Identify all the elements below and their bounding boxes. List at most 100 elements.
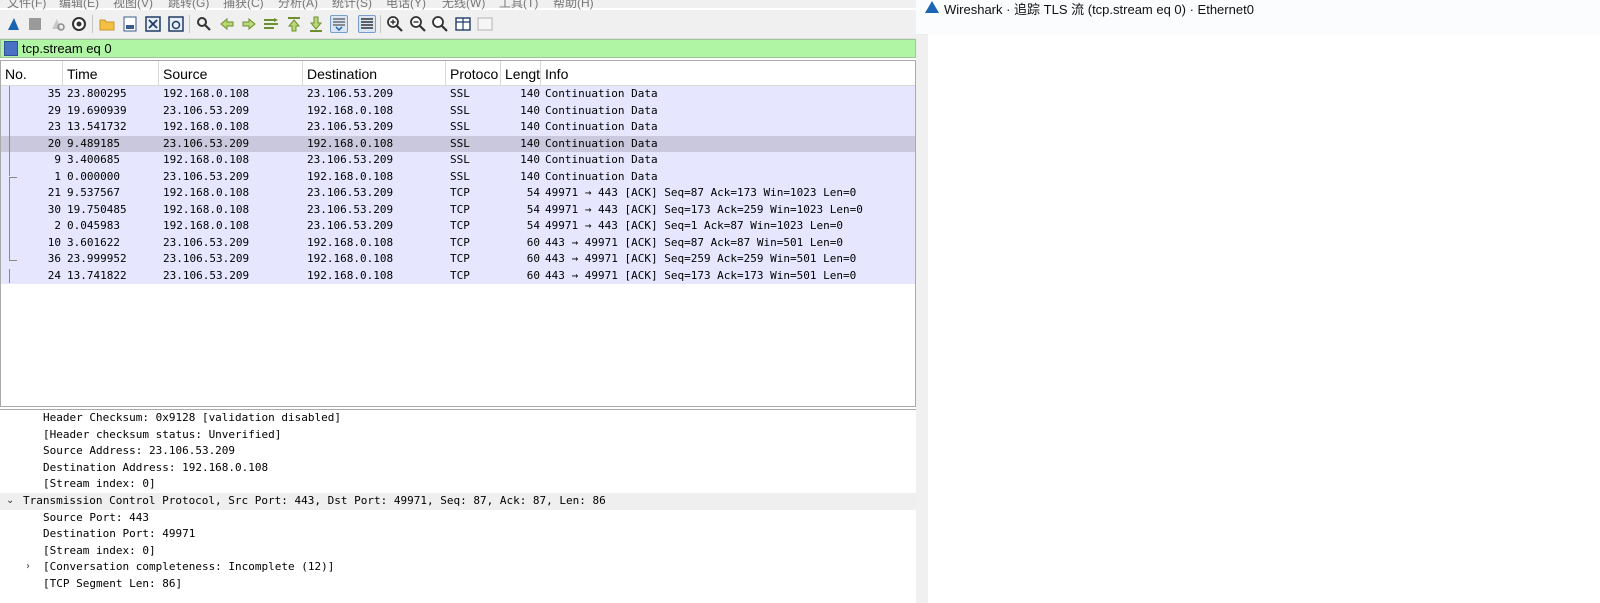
packet-time: 19.690939 [67, 103, 127, 117]
packet-destination: 192.168.0.108 [307, 103, 394, 117]
packet-length: 140 [520, 136, 540, 150]
zoom-out-icon[interactable] [409, 15, 427, 33]
follow-stream-content[interactable] [928, 34, 1600, 603]
packet-row[interactable]: 29 19.690939 23.106.53.209 192.168.0.108 SSL… [1, 102, 915, 119]
go-forward-icon[interactable] [240, 15, 258, 33]
bookmark-icon[interactable] [4, 41, 18, 56]
packet-length: 140 [520, 153, 540, 166]
packet-protocol: TCP [450, 268, 470, 282]
packet-time: 23.999952 [67, 252, 127, 265]
colorize-icon[interactable] [358, 15, 376, 33]
tree-node-field[interactable]: [Header checksum status: Unverified] [0, 427, 916, 444]
column-header-source[interactable]: Source [159, 61, 303, 85]
window-gap [916, 0, 928, 603]
tree-node-text: Source Port: 443 [43, 510, 149, 524]
packet-row[interactable]: 1 0.000000 23.106.53.209 192.168.0.108 SSL 14… [1, 168, 915, 185]
packet-time: 9.537567 [67, 186, 120, 199]
column-header-info[interactable]: Info [541, 61, 915, 85]
packet-length: 60 [526, 252, 540, 265]
packet-time: 23.800295 [67, 87, 127, 100]
packet-protocol: SSL [450, 136, 470, 150]
tree-node-field[interactable]: [Stream index: 0] [0, 476, 916, 493]
chevron-down-icon[interactable]: ⌄ [6, 493, 14, 510]
autoscroll-icon[interactable] [330, 15, 348, 33]
toolbar-separator [380, 15, 381, 33]
packet-destination: 23.106.53.209 [307, 186, 394, 199]
tree-node-field[interactable]: Header Checksum: 0x9128 [validation disa… [0, 410, 916, 427]
close-file-icon[interactable] [144, 15, 162, 33]
disabled-icon [476, 15, 494, 33]
packet-row[interactable]: 35 23.800295 192.168.0.108 23.106.53.209 SSL… [1, 86, 915, 103]
packet-length: 54 [526, 202, 540, 216]
packet-row[interactable]: 23 13.541732 192.168.0.108 23.106.53.209 SSL… [1, 119, 915, 136]
toolbar-separator [189, 15, 190, 33]
packet-info: 49971 → 443 [ACK] Seq=87 Ack=173 Win=102… [545, 186, 857, 199]
column-header-time[interactable]: Time [63, 61, 159, 85]
packet-time: 0.000000 [67, 169, 120, 183]
reload-file-icon[interactable] [167, 15, 185, 33]
packet-row[interactable]: 24 13.741822 23.106.53.209 192.168.0.108 TCP… [1, 267, 915, 284]
column-header-protocol[interactable]: Protoco [446, 61, 501, 85]
go-back-icon[interactable] [218, 15, 236, 33]
find-packet-icon[interactable] [195, 15, 213, 33]
tree-node-field[interactable]: Source Address: 23.106.53.209 [0, 443, 916, 460]
packet-protocol: TCP [450, 219, 470, 232]
stop-capture-icon[interactable] [26, 15, 44, 33]
save-file-icon[interactable] [121, 15, 139, 33]
tree-node-protocol[interactable]: ⌄ Transmission Control Protocol, Src Port… [0, 492, 916, 510]
packet-info: Continuation Data [545, 169, 658, 183]
packet-info: 443 → 49971 [ACK] Seq=259 Ack=259 Win=50… [545, 252, 857, 265]
open-file-icon[interactable] [98, 15, 116, 33]
packet-time: 3.400685 [67, 153, 120, 166]
packet-details-tree: Header Checksum: 0x9128 [validation disa… [0, 409, 916, 603]
column-header-length[interactable]: Lengt [501, 61, 541, 85]
packet-destination: 192.168.0.108 [307, 235, 394, 249]
start-capture-icon[interactable] [5, 15, 23, 33]
zoom-in-icon[interactable] [386, 15, 404, 33]
packet-row[interactable]: 36 23.999952 23.106.53.209 192.168.0.108 TCP… [1, 251, 915, 268]
tree-node-text: [Stream index: 0] [43, 543, 156, 557]
column-header-no[interactable]: No. [1, 61, 63, 85]
chevron-right-icon[interactable]: › [26, 559, 30, 576]
go-last-icon[interactable] [307, 15, 325, 33]
tree-node-field[interactable]: [Stream index: 0] [0, 543, 916, 560]
packet-destination: 23.106.53.209 [307, 202, 394, 216]
packet-row-selected[interactable]: 20 9.489185 23.106.53.209 192.168.0.108 SSL 1… [1, 135, 915, 152]
tree-node-text: Destination Port: 49971 [43, 527, 196, 541]
packet-no: 24 [47, 268, 61, 282]
packet-length: 60 [526, 235, 540, 249]
packet-length: 60 [526, 268, 540, 282]
main-window: 文件(F) 编辑(E) 视图(V) 跳转(G) 捕获(C) 分析(A) 统计(S… [0, 0, 916, 603]
packet-row[interactable]: 10 3.601622 23.106.53.209 192.168.0.108 TCP 6… [1, 234, 915, 251]
restart-capture-icon[interactable] [48, 15, 66, 33]
tree-node-field[interactable]: Destination Address: 192.168.0.108 [0, 460, 916, 477]
toolbar-separator [92, 15, 93, 33]
packet-no: 1 [54, 169, 61, 183]
display-filter-input[interactable] [22, 40, 902, 57]
packet-row[interactable]: 2 0.045983 192.168.0.108 23.106.53.209 TCP 54… [1, 218, 915, 235]
column-header-destination[interactable]: Destination [303, 61, 446, 85]
packet-row[interactable]: 9 3.400685 192.168.0.108 23.106.53.209 SSL 14… [1, 152, 915, 169]
tree-node-field[interactable]: [TCP Segment Len: 86] [0, 576, 916, 593]
go-to-packet-icon[interactable] [262, 15, 280, 33]
packet-no: 23 [47, 120, 61, 133]
tree-node-text: [Conversation completeness: Incomplete (… [43, 560, 335, 574]
packet-destination: 23.106.53.209 [307, 120, 394, 133]
packet-protocol: SSL [450, 120, 470, 133]
resize-columns-icon[interactable] [454, 15, 472, 33]
tree-node-field[interactable]: Source Port: 443 [0, 510, 916, 527]
packet-info: Continuation Data [545, 120, 658, 133]
packet-row[interactable]: 21 9.537567 192.168.0.108 23.106.53.209 TCP 5… [1, 185, 915, 202]
packet-protocol: TCP [450, 186, 470, 199]
packet-length: 54 [526, 186, 540, 199]
capture-options-icon[interactable] [70, 15, 88, 33]
packet-destination: 23.106.53.209 [307, 87, 394, 100]
tree-node-field[interactable]: Destination Port: 49971 [0, 526, 916, 543]
packet-length: 140 [520, 103, 540, 117]
packet-destination: 23.106.53.209 [307, 153, 394, 166]
packet-row[interactable]: 30 19.750485 192.168.0.108 23.106.53.209 TCP… [1, 201, 915, 218]
zoom-normal-icon[interactable] [431, 15, 449, 33]
packet-source: 192.168.0.108 [163, 219, 250, 232]
go-first-icon[interactable] [285, 15, 303, 33]
tree-node-field[interactable]: › [Conversation completeness: Incomplete … [0, 559, 916, 576]
